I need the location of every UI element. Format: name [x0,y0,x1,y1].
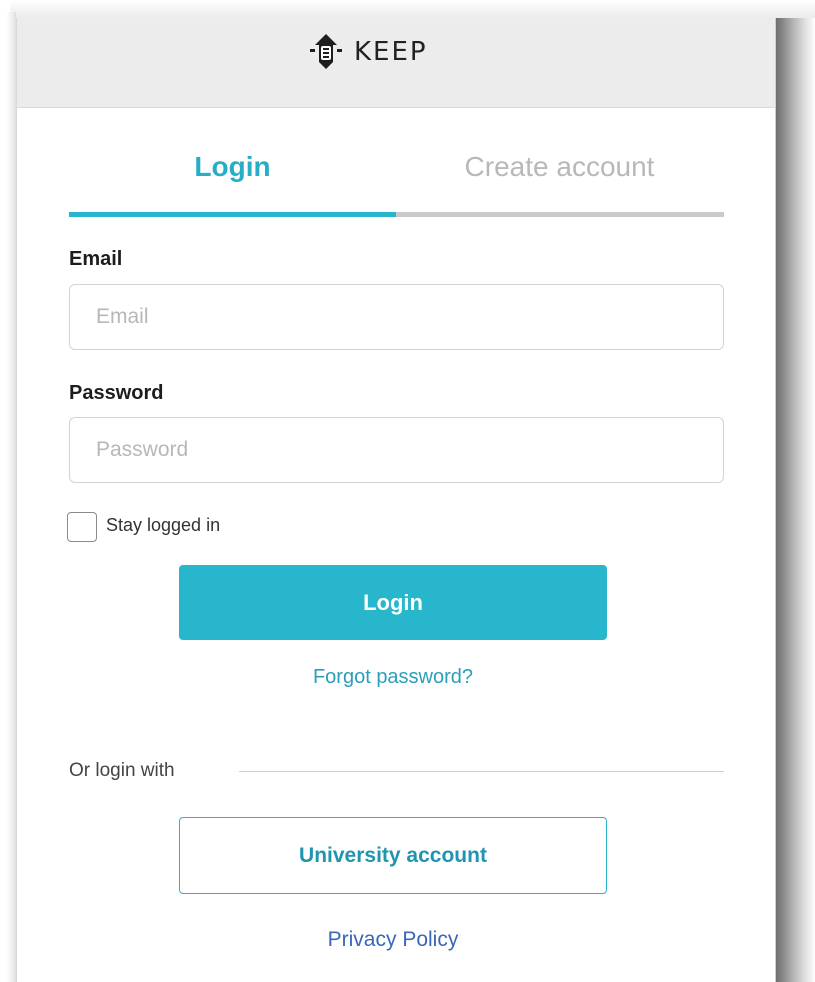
password-label: Password [69,382,164,404]
stay-logged-in-label: Stay logged in [106,515,221,535]
tab-login[interactable]: Login [69,151,396,183]
forgot-password-link[interactable]: Forgot password? [179,666,607,689]
header: KEEP [17,18,775,108]
email-label: Email [69,248,123,270]
brand-name: KEEP [354,37,428,67]
university-account-button-label: University account [299,843,487,867]
stay-logged-in-checkbox[interactable] [67,512,97,542]
tab-indicator-active [69,212,396,217]
or-login-with-text: Or login with [69,760,175,781]
window-shadow-left [6,12,16,982]
privacy-policy-link[interactable]: Privacy Policy [179,928,607,952]
login-panel: KEEP Login Create account Email Password… [16,18,776,982]
tab-create-account[interactable]: Create account [396,151,723,183]
login-button-label: Login [363,589,423,615]
window-shadow-right [776,18,815,982]
window-shadow-top [10,0,815,18]
tab-indicator-inactive [396,212,724,217]
keep-logo-icon [306,32,346,72]
brand: KEEP [306,29,428,75]
university-account-button[interactable]: University account [179,817,607,894]
login-button[interactable]: Login [179,565,607,640]
password-field[interactable] [69,417,724,483]
email-field[interactable] [69,284,724,350]
divider-line [239,771,724,772]
